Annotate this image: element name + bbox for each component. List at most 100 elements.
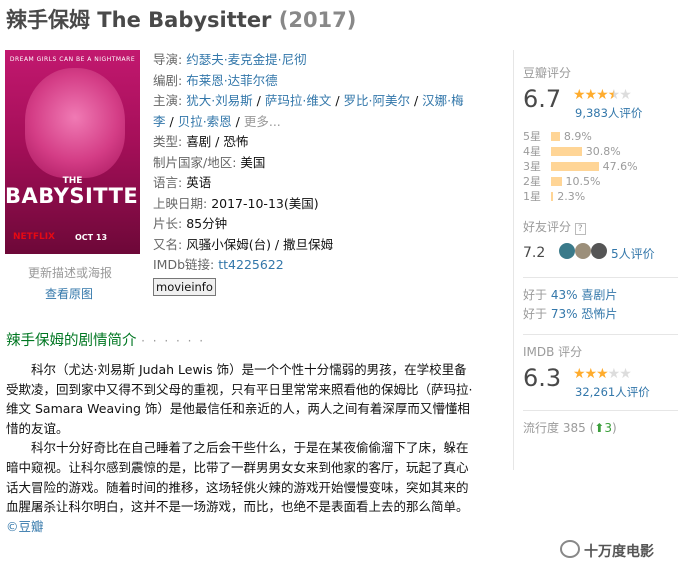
friend-avatar[interactable] (591, 243, 607, 259)
update-description-link[interactable]: 更新描述或海报 (28, 264, 112, 281)
distribution-star-label: 3星 (523, 160, 541, 173)
distribution-row: 4星 30.8% (523, 144, 678, 159)
director-link[interactable]: 约瑟夫·麦克金提·尼彻 (186, 52, 306, 67)
genre-row: 类型: 喜剧 / 恐怖 (153, 132, 493, 153)
genre-label: 类型: (153, 134, 183, 149)
popularity-change: 3 (604, 421, 612, 435)
distribution-percent: 8.9% (563, 130, 592, 143)
friend-avatar[interactable] (559, 243, 575, 259)
distribution-bar (551, 177, 562, 186)
imdb-link[interactable]: tt4225622 (218, 257, 283, 272)
poster-image[interactable]: DREAM GIRLS CAN BE A NIGHTMARE THE BABYS… (5, 50, 140, 254)
better-than-link[interactable]: 73% 恐怖片 (551, 307, 618, 321)
release-label: 上映日期: (153, 195, 208, 211)
imdb-row: IMDb链接: tt4225622 (153, 255, 493, 276)
watermark-text: 十万度电影 (584, 544, 654, 560)
poster-tagline: DREAM GIRLS CAN BE A NIGHTMARE (9, 56, 136, 63)
distribution-row: 2星 10.5% (523, 174, 678, 189)
column-divider (513, 50, 514, 470)
distribution-percent: 2.3% (557, 190, 586, 203)
popularity-value: 385 (562, 421, 586, 435)
country-value: 美国 (240, 154, 266, 170)
cast-link[interactable]: 李 (153, 114, 166, 129)
language-row: 语言: 英语 (153, 173, 493, 194)
movieinfo-row: movieinfo (153, 276, 493, 298)
douban-score-row: 6.7 ★★★★★ 9,383人评价 (523, 85, 678, 121)
friends-rating-row: 7.2 5人评价 (523, 241, 678, 267)
distribution-row: 1星 2.3% (523, 189, 678, 204)
divider (523, 410, 678, 411)
runtime-row: 片长: 85分钟 (153, 214, 493, 235)
synopsis-title: 辣手保姆的剧情简介 (6, 333, 137, 349)
better-than-link[interactable]: 43% 喜剧片 (551, 288, 618, 302)
distribution-bar (551, 162, 599, 171)
popularity-row: 流行度 385 (⬆3) (523, 421, 617, 435)
page-title: 辣手保姆 The Babysitter (2017) (6, 4, 356, 34)
distribution-row: 5星 8.9% (523, 129, 678, 144)
friends-count-link[interactable]: 5人评价 (611, 245, 655, 262)
distribution-percent: 30.8% (585, 145, 621, 158)
language-label: 语言: (153, 175, 183, 190)
help-icon[interactable]: ? (574, 223, 586, 235)
cast-row: 主演: 犹大·刘易斯 / 萨玛拉·维文 / 罗比·阿美尔 / 汉娜·梅 (153, 93, 464, 108)
douban-score: 6.7 (523, 85, 562, 113)
distribution-row: 3星 47.6% (523, 159, 678, 174)
release-row: 上映日期: 2017-10-13(美国) (153, 194, 493, 215)
country-label: 制片国家/地区: (153, 154, 237, 170)
watermark: 十万度电影 (560, 540, 654, 561)
poster-face-art (25, 68, 125, 178)
synopsis-paragraph: 科尔（尤达·刘易斯 Judah Lewis 饰）是一个个性十分懦弱的男孩，在学校… (6, 362, 473, 436)
cast-link[interactable]: 罗比·阿美尔 (344, 93, 410, 108)
cast-link[interactable]: 贝拉·索恩 (178, 114, 232, 129)
cast-link[interactable]: 汉娜·梅 (422, 93, 463, 108)
friends-rating-heading: 好友评分 ? (523, 218, 678, 235)
distribution-percent: 10.5% (565, 175, 601, 188)
wechat-icon (560, 540, 580, 558)
synopsis-heading: 辣手保姆的剧情简介 · · · · · · (6, 329, 205, 350)
cast-label: 主演: (153, 93, 183, 108)
writer-label: 编剧: (153, 72, 183, 88)
distribution-star-label: 5星 (523, 130, 541, 143)
aka-row: 又名: 风骚小保姆(台) / 撒旦保姆 (153, 235, 493, 256)
director-label: 导演: (153, 52, 183, 67)
douban-rating-heading: 豆瓣评分 (523, 66, 572, 80)
view-original-link[interactable]: 查看原图 (45, 285, 93, 302)
imdb-votes-link[interactable]: 32,261人评价 (575, 384, 650, 400)
synopsis-dots: · · · · · · (141, 334, 206, 348)
poster-title-big: BABYSITTER (5, 184, 140, 208)
cast-link[interactable]: 犹大·刘易斯 (186, 93, 252, 108)
poster-brand: NETFLIX (13, 232, 55, 242)
movie-info: 导演: 约瑟夫·麦克金提·尼彻 编剧: 布莱恩·达菲尔德 主演: 犹大·刘易斯 … (153, 50, 493, 297)
popularity-label: 流行度 (523, 421, 560, 435)
imdb-label: IMDb链接: (153, 257, 215, 272)
douban-source-link[interactable]: ©豆瓣 (6, 519, 44, 534)
release-value: 2017-10-13(美国) (211, 195, 319, 211)
trend-up-icon: ⬆ (594, 421, 605, 435)
writer-row: 编剧: 布莱恩·达菲尔德 (153, 71, 493, 92)
aka-label: 又名: (153, 236, 183, 252)
douban-votes-link[interactable]: 9,383人评价 (575, 105, 642, 121)
genre-value: 喜剧 / 恐怖 (186, 134, 249, 149)
writer-link[interactable]: 布莱恩·达菲尔德 (186, 73, 277, 88)
friends-heading-label: 好友评分 (523, 220, 572, 234)
country-row: 制片国家/地区: 美国 (153, 153, 493, 174)
friend-avatar[interactable] (575, 243, 591, 259)
distribution-star-label: 4星 (523, 145, 541, 158)
movie-year: (2017) (278, 8, 357, 32)
runtime-label: 片长: (153, 216, 183, 231)
movieinfo-button[interactable]: movieinfo (153, 277, 216, 296)
synopsis-paragraph: 科尔十分好奇比在自己睡着了之后会干些什么，于是在某夜偷偷溜下了床，躲在暗中窥视。… (6, 440, 469, 534)
divider (523, 277, 678, 278)
imdb-stars-icon: ★★★★★ (573, 366, 632, 382)
friends-score: 7.2 (523, 245, 546, 261)
cast-link[interactable]: 萨玛拉·维文 (265, 93, 331, 108)
director-row: 导演: 约瑟夫·麦克金提·尼彻 (153, 50, 493, 71)
distribution-star-label: 1星 (523, 190, 541, 203)
distribution-bar (551, 132, 560, 141)
divider (523, 334, 678, 335)
cast-more-link[interactable]: 更多... (244, 114, 281, 129)
better-than-item: 好于 73% 恐怖片 (523, 307, 618, 321)
distribution-star-label: 2星 (523, 175, 541, 188)
synopsis-text: 科尔（尤达·刘易斯 Judah Lewis 饰）是一个个性十分懦弱的男孩，在学校… (6, 360, 476, 536)
douban-stars-icon: ★★★★★ (573, 87, 632, 103)
